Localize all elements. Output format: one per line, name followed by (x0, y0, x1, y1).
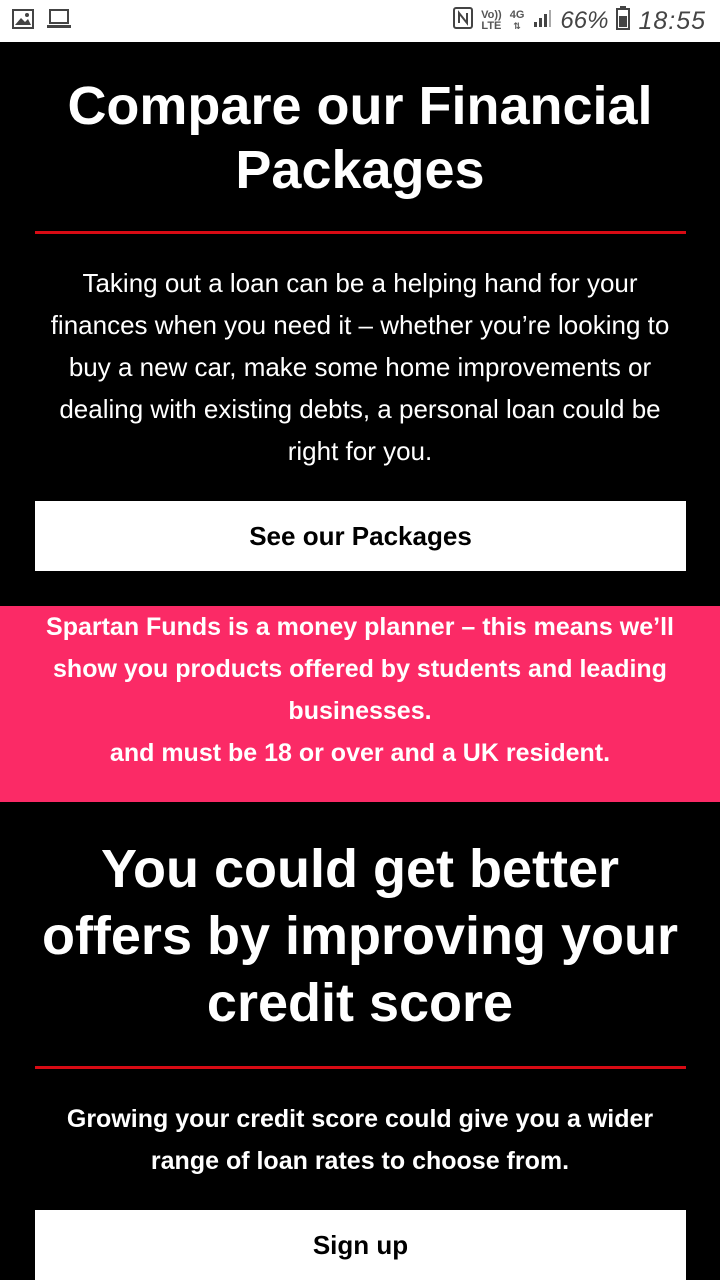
network-type: 4G ⇅ (510, 10, 525, 32)
see-packages-button[interactable]: See our Packages (35, 501, 686, 571)
title-divider (35, 231, 686, 234)
status-bar-right: Vo)) LTE 4G ⇅ 66% 18:55 (453, 5, 706, 37)
laptop-icon (46, 8, 72, 34)
credit-score-title: You could get better offers by improving… (41, 839, 679, 1033)
clock: 18:55 (638, 6, 706, 35)
financial-intro-text: Taking out a loan can be a helping hand … (50, 268, 670, 466)
credit-divider (35, 1066, 686, 1069)
battery-percent: 66% (560, 7, 609, 34)
status-bar: Vo)) LTE 4G ⇅ 66% 18:55 (0, 0, 720, 42)
disclaimer-banner: Spartan Funds is a money planner – this … (0, 606, 720, 802)
sign-up-button[interactable]: Sign up (35, 1210, 686, 1280)
disclaimer-line-2: and must be 18 or over and a UK resident… (109, 739, 611, 767)
image-icon (12, 8, 34, 34)
volte-indicator: Vo)) LTE (481, 10, 502, 32)
network-label: 4G (509, 9, 525, 21)
financial-packages-title: Compare our Financial Packages (67, 76, 653, 200)
disclaimer-line-1: Spartan Funds is a money planner – this … (46, 613, 674, 725)
battery-icon (616, 5, 631, 37)
financial-packages-section: Compare our Financial Packages Taking ou… (0, 42, 720, 606)
volte-bottom: LTE (481, 20, 502, 32)
credit-score-text: Growing your credit score could give you… (66, 1105, 654, 1175)
nfc-icon (453, 6, 474, 36)
data-arrows-icon: ⇅ (513, 21, 521, 31)
status-bar-left (12, 8, 72, 34)
signal-icon (532, 7, 552, 35)
credit-score-section: You could get better offers by improving… (0, 802, 720, 1280)
disclaimer-content: Spartan Funds is a money planner – this … (20, 606, 700, 774)
